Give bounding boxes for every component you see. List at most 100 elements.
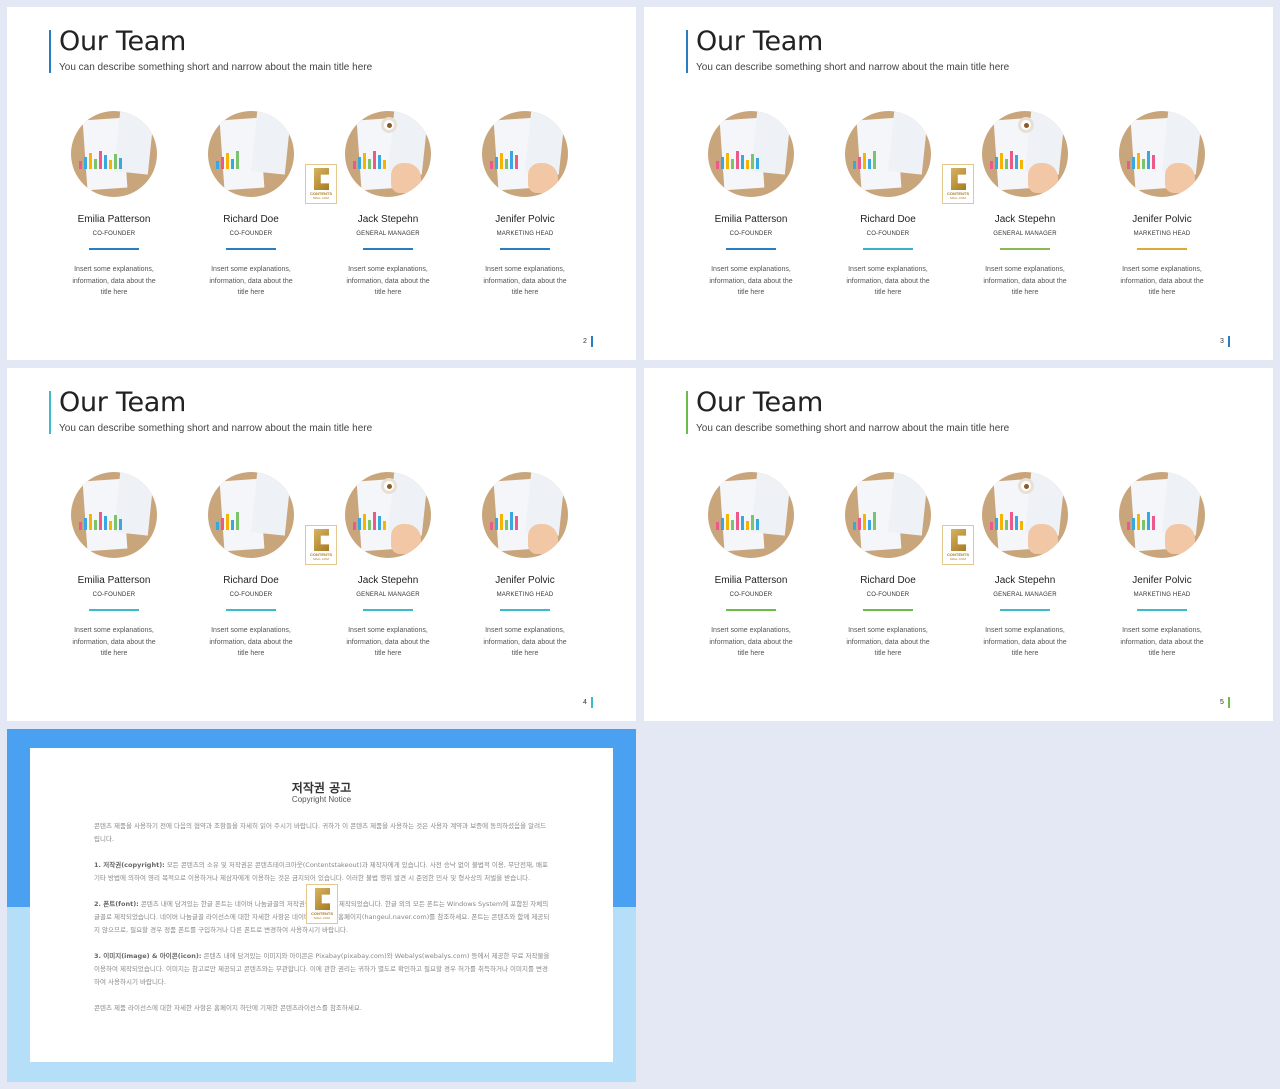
slide-title: Our Team (59, 26, 187, 57)
member-underline (363, 248, 413, 250)
member-description: Insert some explanations, information, d… (1120, 266, 1204, 296)
team-member-card: Emilia Patterson CO-FOUNDER Insert some … (688, 472, 814, 660)
member-underline (226, 609, 276, 611)
page-number: 4 (583, 699, 587, 706)
member-photo (982, 111, 1068, 197)
team-member-card: Richard Doe CO-FOUNDER Insert some expla… (825, 111, 951, 299)
copyright-card: 저작권 공고 Copyright Notice 콘텐츠 제품을 사용하기 전에 … (30, 748, 613, 1062)
contents-logo-icon (315, 888, 330, 910)
slide-title: Our Team (59, 387, 187, 418)
member-role: CO-FOUNDER (229, 592, 273, 598)
member-role: MARKETING HEAD (1133, 592, 1191, 598)
member-photo (982, 472, 1068, 558)
member-underline (1137, 609, 1187, 611)
member-name: Jenifer Polvic (495, 214, 555, 225)
member-description: Insert some explanations, information, d… (209, 627, 293, 657)
title-accent-bar (686, 391, 688, 434)
member-description: Insert some explanations, information, d… (1120, 627, 1204, 657)
slide-subtitle: You can describe something short and nar… (59, 62, 373, 73)
team-member-card: Jack Stepehn GENERAL MANAGER Insert some… (962, 472, 1088, 660)
team-slide-3: Our Team You can describe something short… (644, 7, 1273, 360)
copyright-title: 저작권 공고 (291, 781, 352, 795)
contents-logo-icon (951, 529, 966, 551)
member-photo (71, 111, 157, 197)
contents-logo: CONTENTS MALL.COM (305, 164, 337, 204)
member-role: CO-FOUNDER (866, 231, 910, 237)
member-description: Insert some explanations, information, d… (846, 627, 930, 657)
slide-subtitle: You can describe something short and nar… (696, 62, 1010, 73)
member-name: Richard Doe (223, 214, 279, 225)
member-description: Insert some explanations, information, d… (72, 266, 156, 296)
copyright-intro: 콘텐츠 제품을 사용하기 전에 다음의 협약과 조항들을 자세히 읽어 주시기 … (94, 822, 547, 843)
team-member-card: Richard Doe CO-FOUNDER Insert some expla… (188, 111, 314, 299)
title-accent-bar (49, 30, 51, 73)
contents-logo-line2: MALL.COM (313, 557, 329, 561)
member-name: Emilia Patterson (714, 575, 788, 586)
member-underline (1000, 609, 1050, 611)
contents-logo-line2: MALL.COM (314, 916, 330, 920)
team-member-card: Emilia Patterson CO-FOUNDER Insert some … (688, 111, 814, 299)
page-number-bar (591, 336, 593, 347)
member-role: GENERAL MANAGER (993, 231, 1057, 237)
contents-logo-line2: MALL.COM (950, 196, 966, 200)
member-photo (482, 111, 568, 197)
team-member-card: Jenifer Polvic MARKETING HEAD Insert som… (1099, 111, 1225, 299)
member-underline (363, 609, 413, 611)
member-description: Insert some explanations, information, d… (709, 627, 793, 657)
member-role: MARKETING HEAD (496, 231, 554, 237)
member-name: Jenifer Polvic (1132, 575, 1192, 586)
member-name: Richard Doe (860, 214, 916, 225)
member-role: CO-FOUNDER (229, 231, 273, 237)
page-number-bar (1228, 697, 1230, 708)
member-name: Emilia Patterson (77, 575, 151, 586)
member-role: CO-FOUNDER (92, 231, 136, 237)
member-description: Insert some explanations, information, d… (346, 266, 430, 296)
member-name: Jenifer Polvic (495, 575, 555, 586)
member-underline (726, 248, 776, 250)
contents-logo-icon (314, 168, 329, 190)
team-member-card: Emilia Patterson CO-FOUNDER Insert some … (51, 111, 177, 299)
member-name: Emilia Patterson (714, 214, 788, 225)
team-member-card: Jenifer Polvic MARKETING HEAD Insert som… (462, 111, 588, 299)
member-role: CO-FOUNDER (866, 592, 910, 598)
member-photo (708, 472, 794, 558)
member-description: Insert some explanations, information, d… (709, 266, 793, 296)
member-role: CO-FOUNDER (729, 231, 773, 237)
member-underline (863, 248, 913, 250)
copyright-slide: 저작권 공고 Copyright Notice 콘텐츠 제품을 사용하기 전에 … (7, 729, 636, 1082)
contents-logo-line2: MALL.COM (313, 196, 329, 200)
member-description: Insert some explanations, information, d… (846, 266, 930, 296)
member-photo (345, 111, 431, 197)
contents-logo: CONTENTS MALL.COM (942, 525, 974, 565)
copyright-outro: 콘텐츠 제품 라이선스에 대한 자세한 사항은 홈페이지 하단에 기재한 콘텐츠… (94, 1004, 362, 1012)
page-number: 3 (1220, 338, 1224, 345)
member-photo (1119, 472, 1205, 558)
member-name: Jack Stepehn (357, 214, 419, 225)
page-number: 2 (583, 338, 587, 345)
member-name: Jack Stepehn (357, 575, 419, 586)
team-member-card: Richard Doe CO-FOUNDER Insert some expla… (825, 472, 951, 660)
member-name: Jack Stepehn (994, 575, 1056, 586)
member-role: CO-FOUNDER (92, 592, 136, 598)
member-underline (89, 248, 139, 250)
team-member-card: Jack Stepehn GENERAL MANAGER Insert some… (325, 111, 451, 299)
page-number: 5 (1220, 699, 1224, 706)
page-number-bar (1228, 336, 1230, 347)
member-description: Insert some explanations, information, d… (346, 627, 430, 657)
member-description: Insert some explanations, information, d… (983, 266, 1067, 296)
member-photo (708, 111, 794, 197)
member-photo (208, 472, 294, 558)
copyright-section-3: 3. 이미지(image) & 아이콘(icon): 콘텐츠 내에 담겨있는 이… (94, 950, 550, 989)
member-name: Emilia Patterson (77, 214, 151, 225)
copyright-section-3-head: 3. 이미지(image) & 아이콘(icon): (94, 952, 202, 960)
member-name: Jack Stepehn (994, 214, 1056, 225)
title-accent-bar (49, 391, 51, 434)
member-role: MARKETING HEAD (1133, 231, 1191, 237)
member-description: Insert some explanations, information, d… (483, 266, 567, 296)
copyright-subtitle: Copyright Notice (291, 795, 352, 804)
member-underline (726, 609, 776, 611)
slide-title: Our Team (696, 26, 824, 57)
member-photo (482, 472, 568, 558)
member-underline (500, 609, 550, 611)
contents-logo: CONTENTS MALL.COM (305, 525, 337, 565)
